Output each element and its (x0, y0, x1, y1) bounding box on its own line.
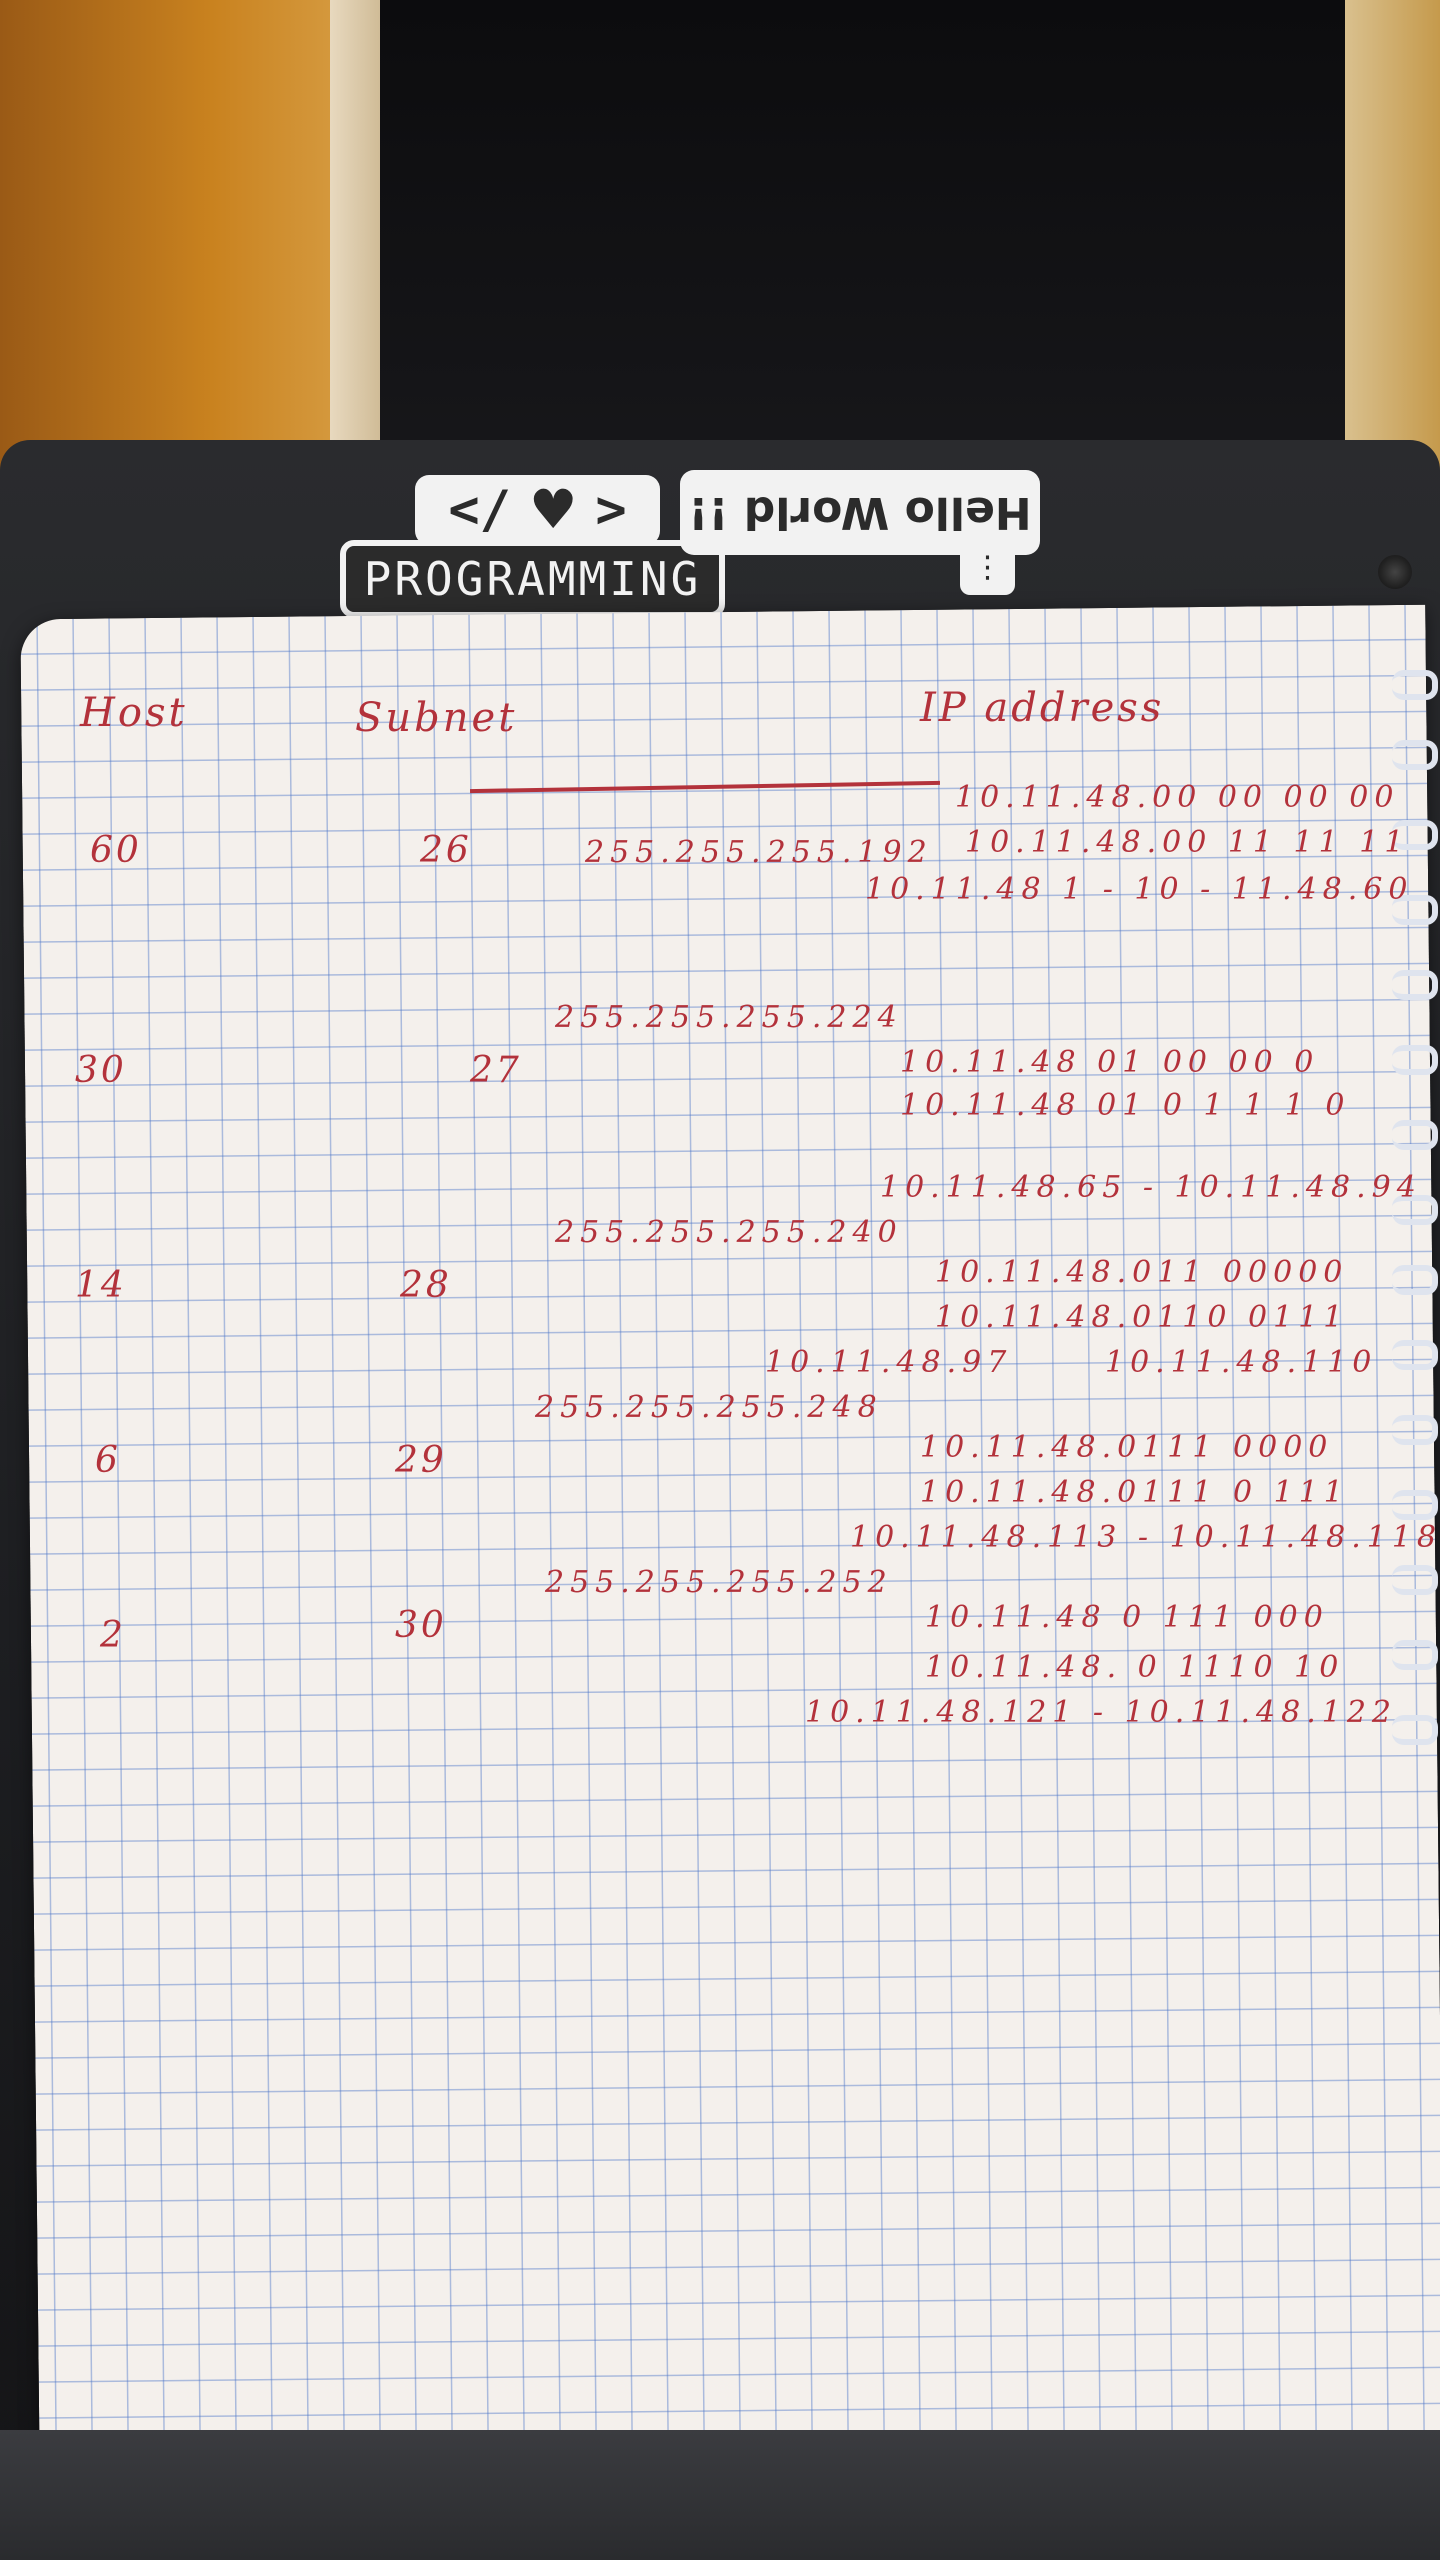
ip-line: 10.11.48.0110 0111 (935, 1300, 1349, 1335)
ip-range: 10.11.48 1 - 10 - 11.48.60 (865, 872, 1414, 907)
ip-range: 10.11.48.65 - 10.11.48.94 (880, 1170, 1422, 1205)
spiral-ring-icon (1392, 970, 1438, 1000)
subnet-prefix: 29 (395, 1440, 447, 1481)
host-count: 6 (95, 1440, 121, 1481)
ip-range: 10.11.48.121 - 10.11.48.122 (805, 1695, 1397, 1730)
spiral-ring-icon (1392, 1715, 1438, 1745)
subnet-prefix: 30 (395, 1605, 447, 1646)
spiral-ring-icon (1392, 740, 1438, 770)
host-count: 60 (90, 830, 142, 871)
laptop-keyboard-edge (0, 2430, 1440, 2560)
subnet-mask: 255.255.255.224 (555, 1000, 903, 1035)
ip-line: 10.11.48.011 00000 (935, 1255, 1349, 1290)
sticker-bracket-open: </ (448, 480, 511, 540)
ip-line: 10.11.48.00 11 11 11 (965, 825, 1410, 860)
subnet-prefix: 28 (400, 1265, 452, 1306)
heart-icon: ♥ (528, 478, 578, 541)
ip-range-end: 10.11.48.110 (1105, 1345, 1378, 1380)
header-ip-address: IP address (920, 685, 1165, 731)
spiral-ring-icon (1392, 1490, 1438, 1520)
ip-line: 10.11.48 01 00 00 0 (900, 1045, 1320, 1080)
ip-line: 10.11.48.00 00 00 00 (955, 780, 1400, 815)
spiral-ring-icon (1392, 1340, 1438, 1370)
subnet-mask: 255.255.255.192 (585, 835, 933, 870)
host-count: 30 (75, 1050, 127, 1091)
ip-line: 10.11.48 01 0 1 1 1 0 (900, 1088, 1351, 1123)
code-heart-sticker: </ ♥ > (415, 475, 660, 545)
spiral-ring-icon (1392, 1640, 1438, 1670)
spiral-ring-icon (1392, 670, 1438, 700)
subnet-mask: 255.255.255.248 (535, 1390, 883, 1425)
background-wall-right (1345, 0, 1440, 470)
subnet-prefix: 26 (420, 830, 472, 871)
spiral-ring-icon (1392, 1045, 1438, 1075)
subnet-mask: 255.255.255.240 (555, 1215, 903, 1250)
ip-line: 10.11.48.0111 0 111 (920, 1475, 1349, 1510)
webcam-icon (1378, 555, 1412, 589)
background-wall (0, 0, 385, 470)
header-subnet: Subnet (355, 695, 518, 741)
host-count: 14 (75, 1265, 127, 1306)
sticker-dots-icon: ⋮ (960, 540, 1015, 595)
header-host: Host (80, 690, 188, 736)
programming-sticker: PROGRAMMING (340, 540, 725, 618)
ip-range-start: 10.11.48.97 (765, 1345, 1013, 1380)
spiral-ring-icon (1392, 1415, 1438, 1445)
ip-line: 10.11.48. 0 1110 10 (925, 1650, 1345, 1685)
ip-line: 10.11.48.0111 0000 (920, 1430, 1334, 1465)
spiral-ring-icon (1392, 1120, 1438, 1150)
spiral-ring-icon (1392, 1265, 1438, 1295)
spiral-ring-icon (1392, 1565, 1438, 1595)
sticker-bracket-close: > (595, 480, 627, 540)
ip-line: 10.11.48 0 111 000 (925, 1600, 1329, 1635)
host-count: 2 (100, 1615, 126, 1656)
subnet-prefix: 27 (470, 1050, 522, 1091)
background-monitor (380, 0, 1370, 470)
subnet-mask: 255.255.255.252 (545, 1565, 893, 1600)
ip-range: 10.11.48.113 - 10.11.48.118 (850, 1520, 1440, 1555)
